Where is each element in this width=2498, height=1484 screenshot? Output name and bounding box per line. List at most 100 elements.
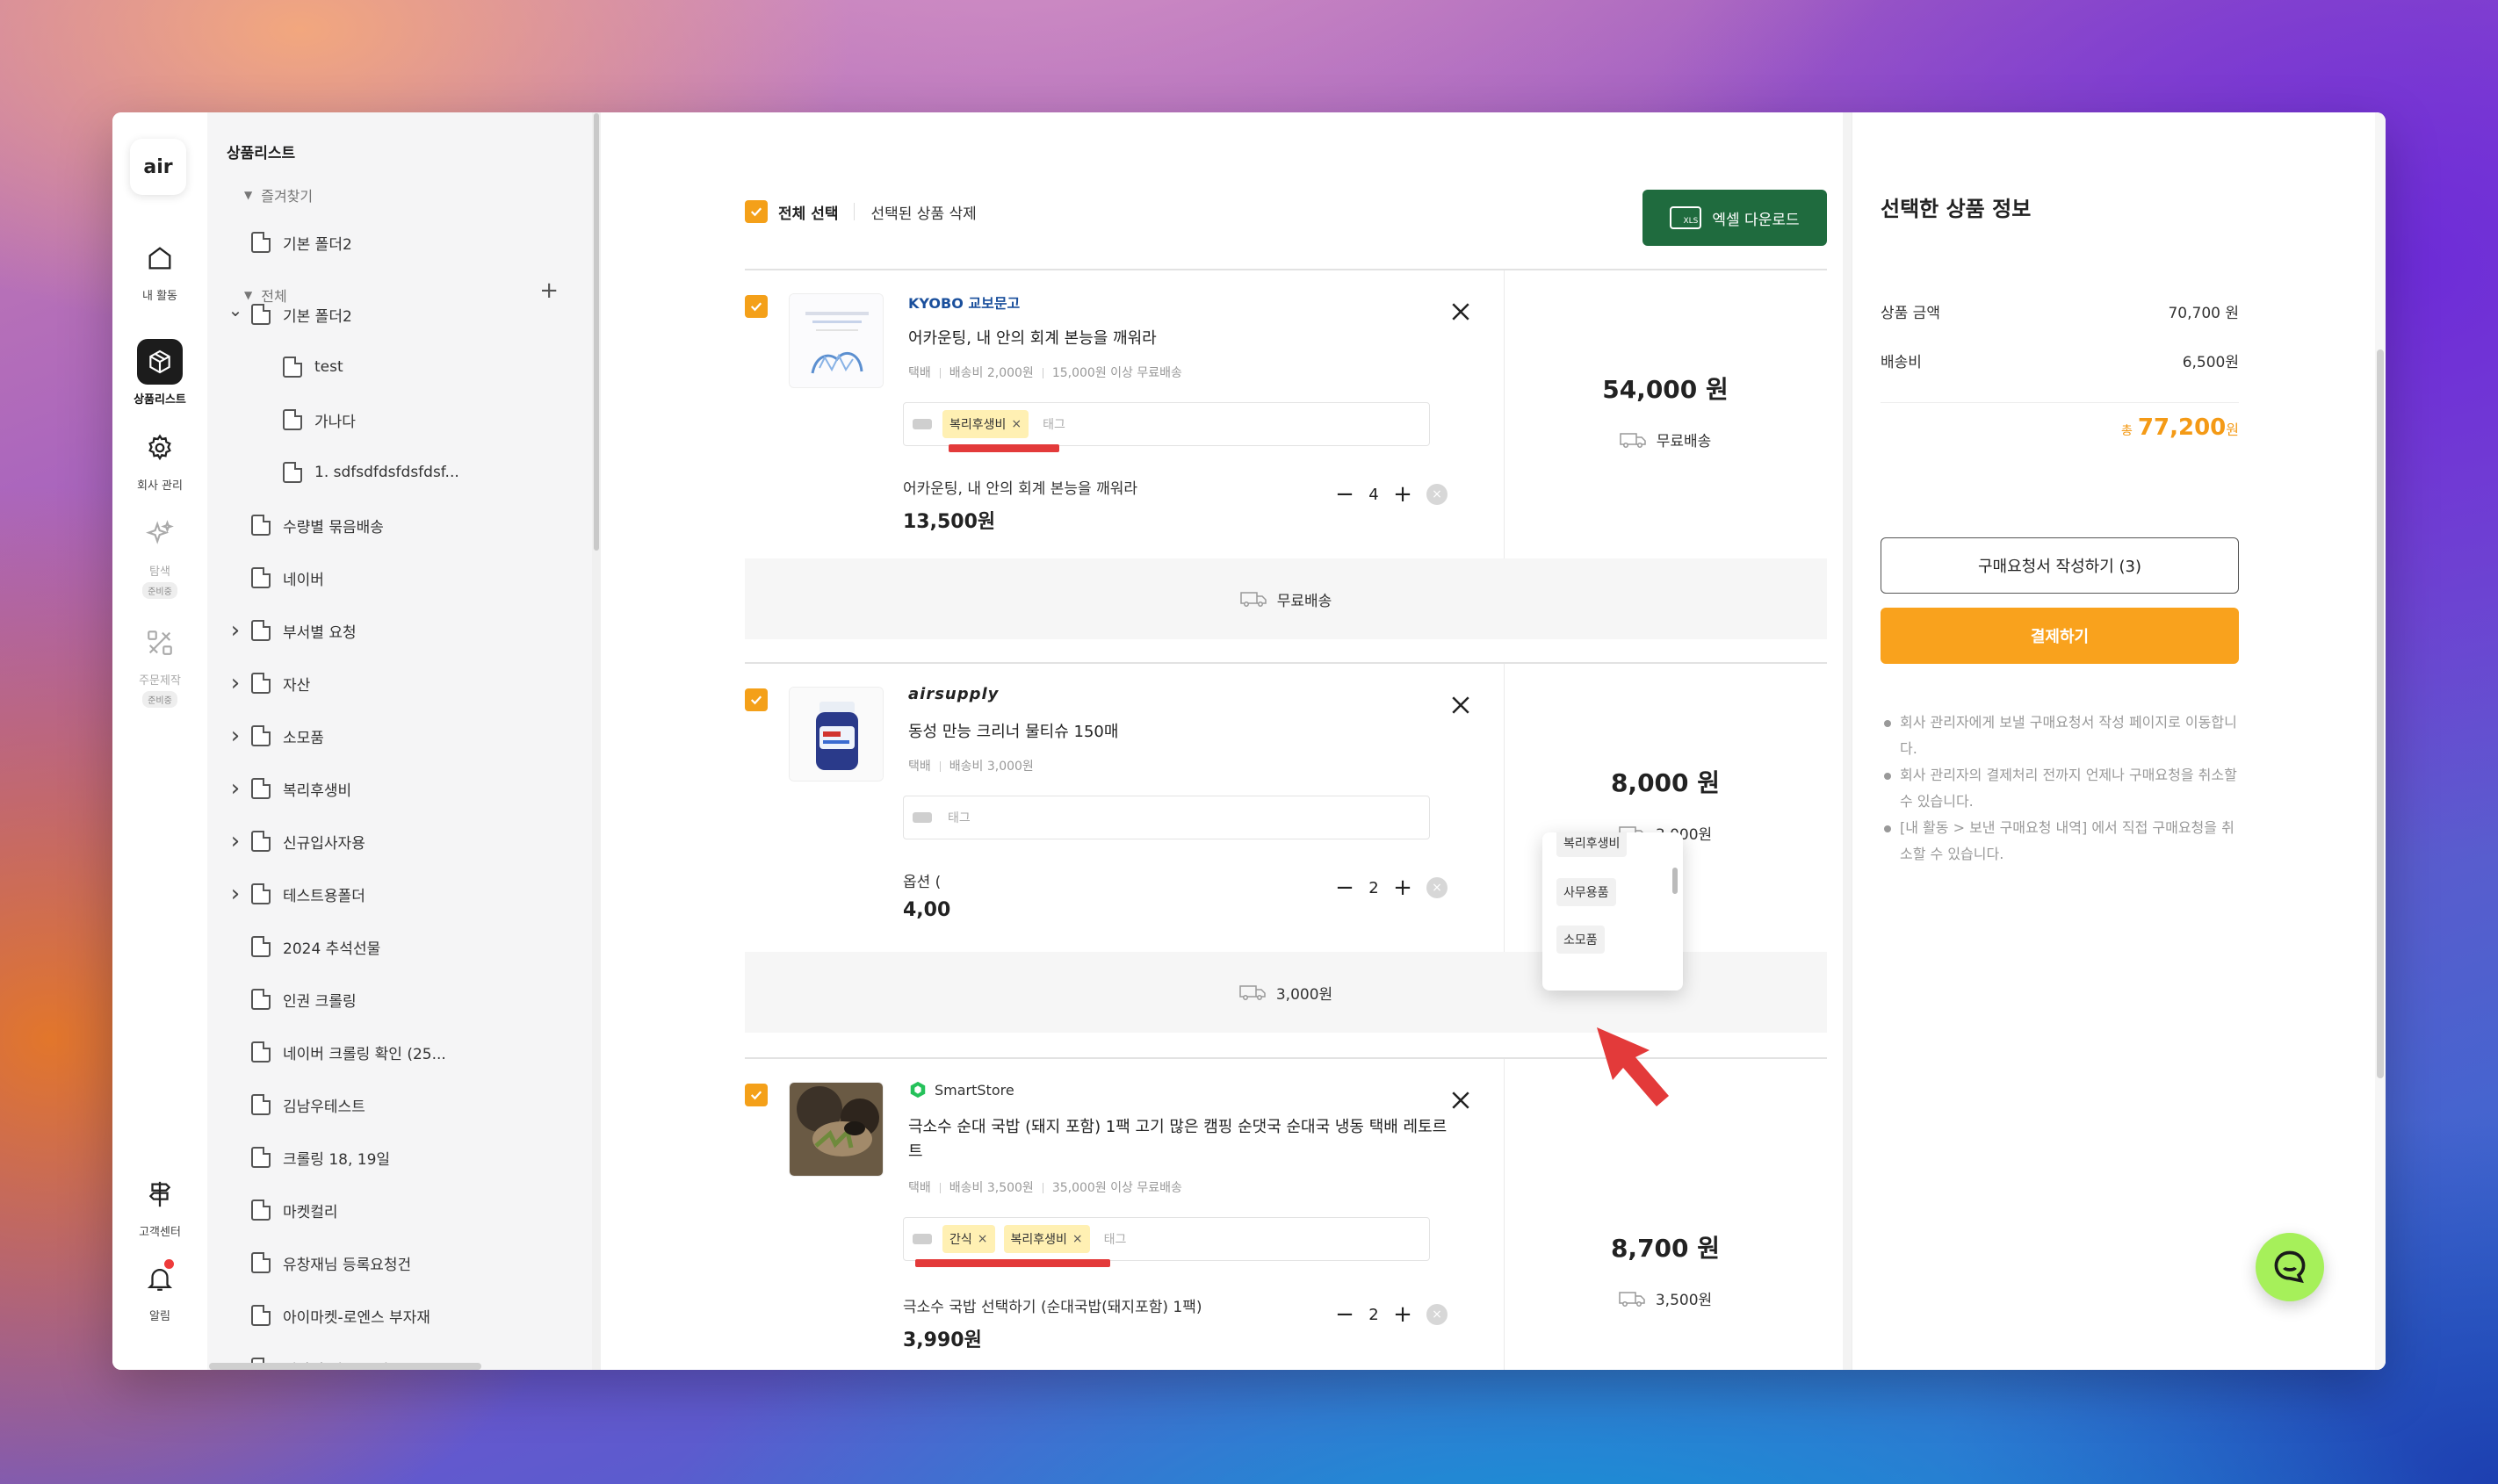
select-all-label[interactable]: 전체 선택 <box>778 201 838 223</box>
folder-icon <box>251 1252 271 1273</box>
sidebar-folder-item[interactable]: › 소모품 <box>227 723 324 749</box>
folder-label: 마켓컬리 <box>283 1203 338 1221</box>
tag-input[interactable]: 태그 <box>903 796 1430 839</box>
truck-icon <box>1239 985 1266 1000</box>
sidebar-folder-item[interactable]: 유창재님 등록요청건 <box>227 1250 411 1276</box>
rail-explore[interactable]: 탐색 준비중 <box>112 511 207 599</box>
select-all-checkbox[interactable] <box>745 200 768 223</box>
remove-product-button[interactable] <box>1448 1087 1474 1113</box>
app-logo[interactable]: air <box>130 139 186 195</box>
brand-logo-airsupply: airsupply <box>908 685 1000 703</box>
sidebar-folder-item[interactable]: 수량별 묶음배송 <box>227 512 384 538</box>
sidebar-folder-item[interactable]: 인권 크롤링 <box>227 986 357 1012</box>
folder-label: 복리후생비 <box>283 782 352 800</box>
summary-scrollbar[interactable] <box>2375 112 2386 1370</box>
folder-icon <box>251 567 271 588</box>
option-price: 13,500원 <box>903 511 996 533</box>
chevron-right-icon[interactable]: › <box>227 617 244 644</box>
rail-custom-order[interactable]: 주문제작 준비중 <box>112 620 207 708</box>
quantity-value[interactable]: 4 <box>1356 486 1391 504</box>
chevron-right-icon[interactable]: › <box>227 775 244 802</box>
sidebar-folder-item[interactable]: 마켓컬리 <box>227 1197 338 1223</box>
product-name[interactable]: 어카운팅, 내 안의 회계 본능을 깨워라 <box>908 327 1435 351</box>
tag-chip[interactable]: 간식 × <box>942 1225 995 1253</box>
product-name[interactable]: 극소수 순대 국밥 (돼지 포함) 1팩 고기 많은 캠핑 순댓국 순대국 냉동… <box>908 1115 1453 1164</box>
remove-option-button[interactable]: × <box>1426 1304 1448 1325</box>
chevron-right-icon[interactable]: › <box>227 670 244 696</box>
sidebar-horizontal-scrollbar[interactable] <box>209 1363 481 1370</box>
sidebar-folder-item[interactable]: › 복리후생비 <box>227 775 351 802</box>
dropdown-option[interactable]: 복리후생비 <box>1556 832 1628 857</box>
tag-input[interactable]: 복리후생비 × 태그 <box>903 402 1430 446</box>
checkout-button[interactable]: 결제하기 <box>1881 608 2239 664</box>
sidebar-folder-item[interactable]: › 자산 <box>227 670 310 696</box>
chevron-right-icon[interactable]: › <box>227 723 244 749</box>
tag-chip[interactable]: 복리후생비 × <box>942 410 1029 438</box>
sidebar-scrollbar[interactable] <box>592 112 601 1370</box>
rail-notifications[interactable]: 알림 <box>112 1256 207 1323</box>
dropdown-option[interactable]: 소모품 <box>1556 926 1605 954</box>
chevron-down-icon[interactable]: ⌄ <box>227 299 244 321</box>
chevron-right-icon[interactable]: › <box>227 828 244 854</box>
delete-selected-button[interactable]: 선택된 상품 삭제 <box>870 201 976 223</box>
plus-button[interactable]: + <box>1391 876 1414 899</box>
dropdown-option[interactable]: 사무용품 <box>1556 878 1616 906</box>
quantity-stepper: − 2 + × <box>1333 1303 1448 1326</box>
product-name[interactable]: 동성 만능 크리너 물티슈 150매 <box>908 720 1435 745</box>
sidebar-folder-item[interactable]: › 테스트용폴더 <box>227 881 365 907</box>
sidebar-folder-item[interactable]: › 부서별 요청 <box>227 617 357 644</box>
sidebar-folder-item[interactable]: 2024 추석선물 <box>227 933 380 960</box>
product-thumbnail[interactable] <box>789 293 884 388</box>
quantity-stepper: − 2 + × <box>1333 876 1448 899</box>
item-checkbox[interactable] <box>745 1084 768 1106</box>
rail-customer-center[interactable]: 고객센터 <box>112 1171 207 1239</box>
group-shipping: 3,500원 <box>1504 1287 1827 1309</box>
sidebar-folder-item[interactable]: 네이버 크롤링 확인 (25... <box>227 1039 446 1065</box>
sidebar-folder-item[interactable]: 네이버 <box>227 565 324 591</box>
quantity-value[interactable]: 2 <box>1356 879 1391 897</box>
toolbar-divider <box>854 203 856 220</box>
rail-product-list[interactable]: 상품리스트 <box>112 339 207 407</box>
remove-product-button[interactable] <box>1448 299 1474 325</box>
favorites-section[interactable]: ▼ 즐겨찾기 <box>244 182 313 208</box>
minus-button[interactable]: − <box>1333 483 1356 506</box>
sidebar-folder-item[interactable]: 아이마켓-로엔스 부자재 <box>227 1302 430 1329</box>
remove-product-button[interactable] <box>1448 692 1474 718</box>
rail-company-admin[interactable]: 회사 관리 <box>112 425 207 493</box>
sidebar-folder-item[interactable]: 크롤링 18, 19일 <box>227 1144 390 1171</box>
rail-my-activity[interactable]: 내 활동 <box>112 235 207 303</box>
sidebar-folder-item[interactable]: 가나다 <box>258 407 356 433</box>
purchase-request-button[interactable]: 구매요청서 작성하기 (3) <box>1881 537 2239 594</box>
main-scrollbar[interactable] <box>1843 112 1852 1370</box>
plus-button[interactable]: + <box>1391 1303 1414 1326</box>
minus-button[interactable]: − <box>1333 1303 1356 1326</box>
sidebar-folder-item[interactable]: ⌄ 기본 폴더2 <box>227 299 352 328</box>
chat-button[interactable] <box>2256 1233 2324 1301</box>
tag-chip[interactable]: 복리후생비 × <box>1003 1225 1090 1253</box>
chevron-right-icon[interactable]: › <box>227 881 244 907</box>
product-thumbnail[interactable] <box>789 1082 884 1177</box>
sidebar-folder-item[interactable]: 김남우테스트 <box>227 1091 365 1118</box>
sidebar-folder-item[interactable]: › 신규입사자용 <box>227 828 365 854</box>
remove-option-button[interactable]: × <box>1426 877 1448 898</box>
dropdown-scrollbar[interactable] <box>1672 868 1678 894</box>
sidebar-folder-item[interactable]: 1. sdfsdfdsfdsfdsf... <box>258 459 459 486</box>
cart-group-kyobo: KYOBO 교보문고 어카운팅, 내 안의 회계 본능을 깨워라 택배 배송비 2… <box>745 269 1827 639</box>
option-name: 극소수 국밥 선택하기 (순대국밥(돼지포함) 1팩) <box>903 1299 1202 1316</box>
tag-input[interactable]: 간식 × 복리후생비 × 태그 <box>903 1217 1430 1261</box>
remove-option-button[interactable]: × <box>1426 484 1448 505</box>
plus-button[interactable]: + <box>1391 483 1414 506</box>
triangle-down-icon: ▼ <box>244 289 253 301</box>
summary-divider <box>1881 402 2239 403</box>
product-thumbnail[interactable] <box>789 687 884 782</box>
brand-logo-smartstore: SmartStore <box>908 1080 1014 1099</box>
minus-button[interactable]: − <box>1333 876 1356 899</box>
item-checkbox[interactable] <box>745 295 768 318</box>
quantity-value[interactable]: 2 <box>1356 1306 1391 1324</box>
add-folder-button[interactable]: + <box>539 277 559 304</box>
folder-label: 네이버 크롤링 확인 (25... <box>283 1045 446 1063</box>
sidebar-folder-item[interactable]: test <box>258 354 343 380</box>
sidebar-item-favorite[interactable]: 기본 폴더2 <box>251 229 352 256</box>
excel-download-button[interactable]: XLS 엑셀 다운로드 <box>1642 190 1827 246</box>
item-checkbox[interactable] <box>745 688 768 711</box>
